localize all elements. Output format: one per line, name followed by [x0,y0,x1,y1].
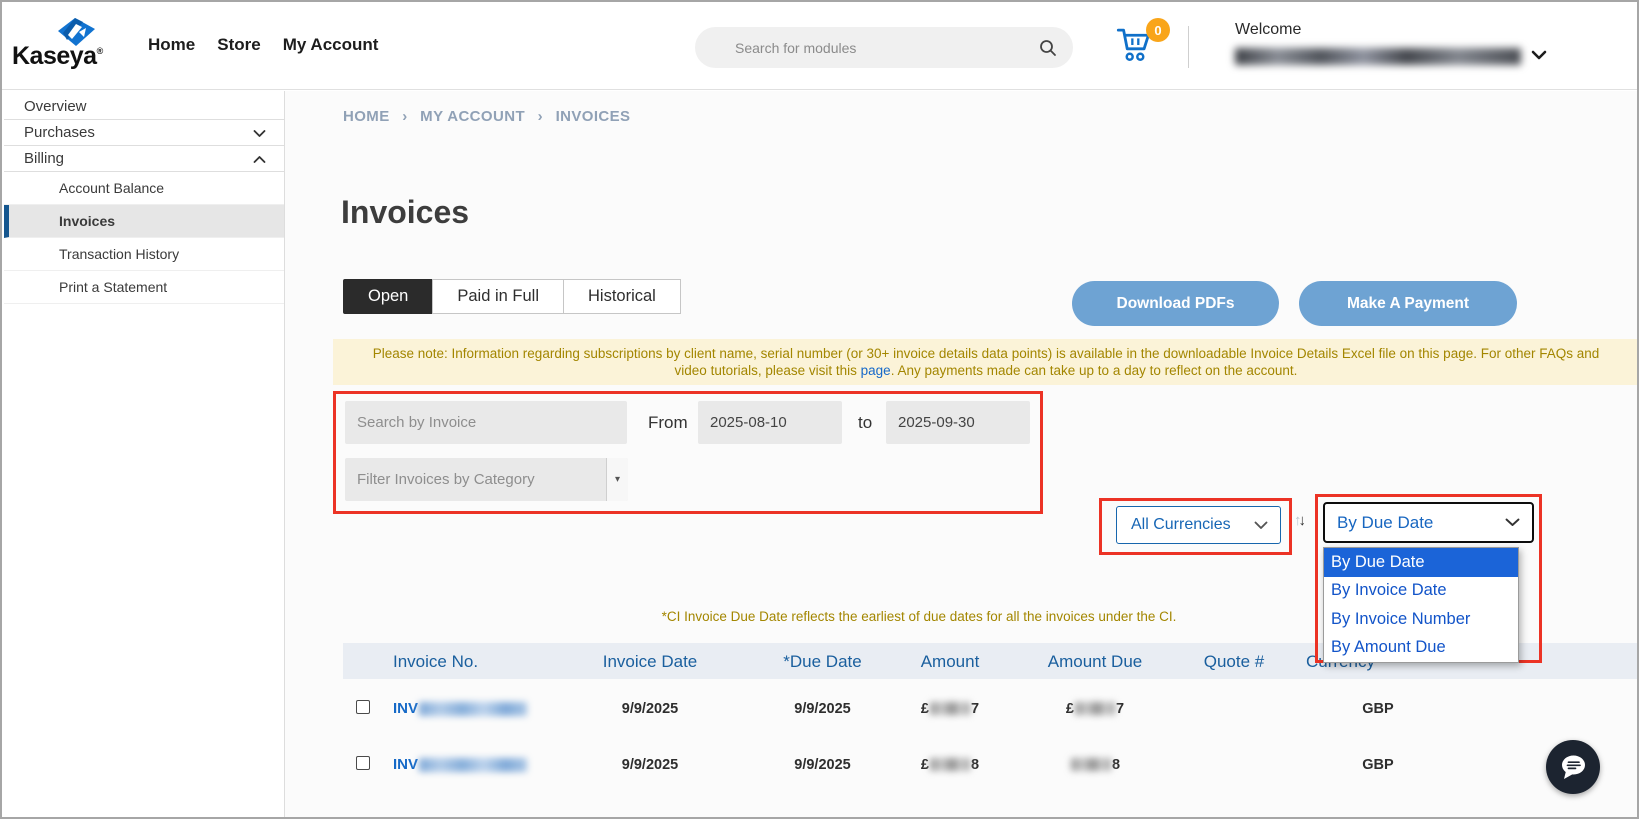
sidebar-item-purchases[interactable]: Purchases [4,120,284,146]
chevron-down-icon[interactable] [1531,50,1547,60]
table-row: INV 9/9/2025 9/9/2025 £7 £7 GBP [343,680,1639,736]
from-date-input[interactable] [698,401,842,444]
sidebar-item-overview[interactable]: Overview [4,94,284,120]
sidebar-item-print-statement[interactable]: Print a Statement [4,271,284,304]
chevron-down-icon [1254,521,1268,530]
currency-select[interactable]: All Currencies [1116,506,1281,544]
faq-page-link[interactable]: page [861,363,891,378]
chevron-down-icon [1505,518,1520,527]
due-date-cell: 9/9/2025 [755,757,890,773]
nav-home[interactable]: Home [148,35,195,55]
currency-cell: GBP [1348,701,1408,717]
amount-due-cell: 8 [1030,757,1160,773]
row-checkbox[interactable] [356,756,370,770]
chevron-down-icon [253,124,266,141]
sort-options-list: By Due Date By Invoice Date By Invoice N… [1323,547,1519,663]
sort-direction-icon[interactable]: ↑↓ [1294,512,1306,529]
top-header: Kaseya® Home Store My Account 0 [2,2,1637,90]
sidebar-item-invoices[interactable]: Invoices [4,205,284,238]
cart-button[interactable]: 0 [1114,26,1158,70]
amount-due-redacted [1071,758,1111,771]
col-due-date: *Due Date [755,652,890,672]
dropdown-arrow-icon[interactable]: ▾ [606,458,628,501]
chevron-up-icon [253,150,266,167]
breadcrumb-separator: › [402,108,407,125]
download-pdfs-button[interactable]: Download PDFs [1072,281,1279,326]
category-filter-dropdown[interactable]: Filter Invoices by Category ▾ [345,458,628,501]
breadcrumb-invoices[interactable]: INVOICES [556,108,631,125]
page-title: Invoices [341,194,469,231]
nav-my-account[interactable]: My Account [283,35,379,55]
amount-redacted [930,702,970,715]
currency-cell: GBP [1348,757,1408,773]
kaseya-logo-text: Kaseya® [12,42,103,71]
invoice-date-cell: 9/9/2025 [575,701,725,717]
info-notice: Please note: Information regarding subsc… [333,339,1639,385]
sidebar-item-billing[interactable]: Billing [4,146,284,172]
search-icon[interactable] [1039,39,1057,57]
invoice-number-link[interactable]: INV [393,700,527,717]
invoice-tabs: Open Paid in Full Historical [343,279,681,314]
to-label: to [858,413,872,433]
breadcrumb-my-account[interactable]: MY ACCOUNT [420,108,525,125]
amount-due-redacted [1075,702,1115,715]
kaseya-store-window: Kaseya® Home Store My Account 0 [0,0,1639,819]
amount-cell: £7 [885,701,1015,717]
invoice-date-cell: 9/9/2025 [575,757,725,773]
table-row: INV 9/9/2025 9/9/2025 £8 8 GBP [343,736,1639,792]
tab-open[interactable]: Open [343,279,433,314]
invoice-number-link[interactable]: INV [393,756,527,773]
chat-button[interactable] [1546,740,1600,794]
invoice-number-redacted [419,758,527,772]
row-checkbox[interactable] [356,700,370,714]
col-quote: Quote # [1193,652,1275,672]
sidebar: Overview Purchases Billing Account Balan… [4,91,285,819]
amount-cell: £8 [885,757,1015,773]
col-amount-due: Amount Due [1035,652,1155,672]
cart-count-badge: 0 [1146,18,1170,42]
module-search [695,27,1073,68]
sidebar-item-transaction-history[interactable]: Transaction History [4,238,284,271]
search-by-invoice-input[interactable] [345,401,627,444]
col-invoice-date: Invoice Date [575,652,725,672]
amount-due-cell: £7 [1030,701,1160,717]
top-nav: Home Store My Account [148,35,378,55]
sidebar-item-account-balance[interactable]: Account Balance [4,172,284,205]
breadcrumb-separator: › [538,108,543,125]
welcome-label: Welcome [1235,21,1301,39]
sort-option-by-due-date[interactable]: By Due Date [1324,548,1518,577]
to-date-input[interactable] [886,401,1030,444]
col-amount: Amount [905,652,995,672]
account-name-redacted [1235,48,1521,65]
breadcrumb-home[interactable]: HOME [343,108,390,125]
make-a-payment-button[interactable]: Make A Payment [1299,281,1517,326]
invoice-number-redacted [419,702,527,716]
account-menu[interactable]: Welcome [1235,21,1301,39]
search-input[interactable] [695,40,1039,56]
amount-redacted [930,758,970,771]
sort-option-by-amount-due[interactable]: By Amount Due [1324,634,1518,663]
header-divider [1188,26,1189,68]
from-label: From [648,413,688,433]
breadcrumb: HOME › MY ACCOUNT › INVOICES [343,108,630,125]
nav-store[interactable]: Store [217,35,260,55]
chat-bubble-icon [1558,754,1588,781]
sort-option-by-invoice-number[interactable]: By Invoice Number [1324,605,1518,634]
col-invoice-no: Invoice No. [393,652,478,672]
sort-option-by-invoice-date[interactable]: By Invoice Date [1324,577,1518,606]
due-date-cell: 9/9/2025 [755,701,890,717]
tab-historical[interactable]: Historical [563,279,681,314]
sort-select[interactable]: By Due Date [1323,502,1534,543]
tab-paid-in-full[interactable]: Paid in Full [432,279,564,314]
